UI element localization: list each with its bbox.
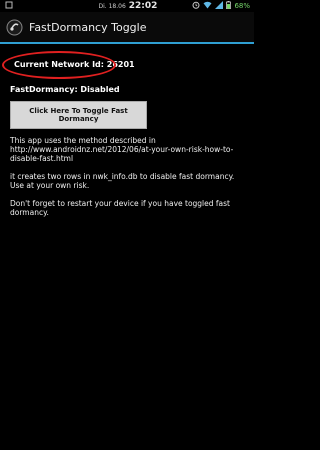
app-title: FastDormancy Toggle <box>29 20 147 34</box>
main-content: Current Network Id: 26201 FastDormancy: … <box>0 44 254 217</box>
fast-dormancy-status: FastDormancy: Disabled <box>10 85 120 94</box>
network-id-label: Current Network Id: 26201 <box>2 51 139 79</box>
notification-icon <box>5 1 13 9</box>
info-risk-line: Use at your own risk. <box>10 181 90 190</box>
status-bar: Di. 18.06 22:02 68% <box>0 0 254 12</box>
status-time: 22:02 <box>128 1 158 11</box>
info-paragraph-restart: Don't forget to restart your device if y… <box>10 199 230 217</box>
info-paragraph-method: This app uses the method described in ht… <box>10 136 234 163</box>
battery-icon <box>226 1 232 11</box>
app-icon[interactable] <box>6 19 23 36</box>
info-text: This app uses the method described in ht… <box>10 136 244 217</box>
info-paragraph-rows: it creates two rows in nwk_info.db to di… <box>10 172 244 190</box>
toggle-fast-dormancy-button[interactable]: Click Here To Toggle Fast Dormancy <box>10 101 147 129</box>
wifi-icon <box>203 1 212 11</box>
alarm-icon <box>192 1 200 11</box>
status-date: Di. 18.06 <box>98 2 126 10</box>
info-rows-line: it creates two rows in nwk_info.db to di… <box>10 172 235 181</box>
action-bar: FastDormancy Toggle <box>0 12 254 44</box>
battery-percent: 68% <box>234 2 250 10</box>
status-icons: 68% <box>192 1 250 11</box>
network-id-text: Current Network Id: 26201 <box>14 60 135 69</box>
signal-icon <box>215 1 224 11</box>
